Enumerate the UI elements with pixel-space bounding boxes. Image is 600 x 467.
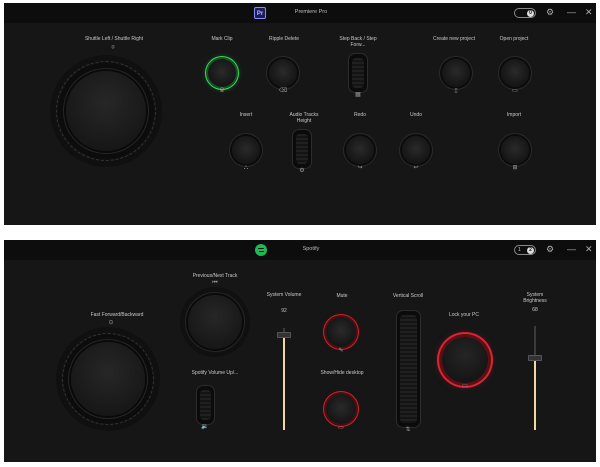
vertical-scroll-roller[interactable]	[397, 311, 420, 427]
app-title: Premiere Pro	[4, 9, 596, 15]
step-label: Step Back / Step Forw...	[339, 36, 377, 48]
insert-label: Insert	[239, 112, 253, 118]
lock-pc-label: Lock your PC	[448, 312, 479, 318]
system-brightness-handle[interactable]	[528, 355, 542, 361]
gear-icon[interactable]: ⚙	[546, 244, 554, 254]
settings-icon: ⚙	[299, 168, 305, 174]
eraser-icon: ⌫	[278, 88, 288, 94]
folder-icon: ▭	[512, 88, 518, 94]
toggle-knob: 2	[527, 246, 534, 254]
ripple-delete-label: Ripple Delete	[268, 36, 300, 42]
mark-clip-icon: ⦾	[219, 88, 225, 94]
undo-button[interactable]	[402, 136, 430, 164]
close-icon[interactable]: ✕	[585, 244, 593, 254]
undo-icon: ↩	[413, 165, 419, 171]
spotify-volume-roller[interactable]	[197, 386, 214, 424]
shuttle-dial[interactable]	[66, 71, 146, 151]
prev-next-label: Previous/Next Track	[192, 273, 238, 279]
volume-icon: 🔉	[201, 424, 209, 430]
close-icon[interactable]: ✕	[585, 7, 593, 17]
app-title: Spotify	[4, 246, 596, 252]
scroll-icon: ⇅	[405, 427, 411, 433]
system-volume-value: 92	[281, 308, 287, 314]
profile-toggle[interactable]: 1 2	[514, 245, 536, 255]
create-project-label: Create new project	[433, 36, 475, 42]
lock-screen-icon: ▭	[462, 383, 468, 389]
insert-icon: ⛬	[243, 165, 249, 171]
minimize-icon[interactable]: —	[567, 244, 576, 254]
title-bar: Spotify 1 2 ⚙ — ✕	[4, 240, 596, 260]
show-hide-desktop-button[interactable]	[326, 394, 356, 424]
open-project-label: Open project	[499, 36, 529, 42]
step-roller[interactable]	[349, 54, 367, 92]
redo-label: Redo	[354, 112, 366, 118]
play-circle-icon: ⊙	[108, 320, 114, 326]
audio-tracks-roller[interactable]	[293, 130, 311, 168]
mute-label: Mute	[336, 293, 348, 299]
minimize-icon[interactable]: —	[567, 7, 576, 17]
system-brightness-value: 68	[532, 307, 538, 313]
system-brightness-label: System Brightness	[523, 292, 547, 304]
premiere-pro-panel: Pr Premiere Pro 0 ⚙ — ✕ Shuttle Left / S…	[4, 3, 596, 225]
show-hide-label: Show/Hide desktop	[320, 370, 364, 376]
import-icon: ⊞	[512, 165, 518, 171]
fast-forward-label: Fast Forward/Backward	[90, 312, 144, 318]
spotify-panel: Spotify 1 2 ⚙ — ✕ Fast Forward/Backward …	[4, 240, 596, 462]
mute-button[interactable]	[326, 317, 356, 347]
gear-icon[interactable]: ⚙	[546, 7, 554, 17]
shuttle-label: Shuttle Left / Shuttle Right	[84, 36, 144, 42]
toggle-number: 1	[518, 247, 521, 253]
fast-forward-dial[interactable]	[71, 342, 145, 416]
redo-button[interactable]	[346, 136, 374, 164]
vertical-scroll-label: Vertical Scroll	[392, 293, 424, 299]
import-button[interactable]	[501, 136, 529, 164]
insert-button[interactable]	[232, 136, 260, 164]
redo-icon: ↪	[357, 165, 363, 171]
spotify-volume-label: Spotify Volume Up/...	[191, 370, 239, 376]
new-file-icon: ▯	[454, 88, 458, 94]
system-volume-label: System Volume	[266, 292, 302, 298]
title-bar: Pr Premiere Pro 0 ⚙ — ✕	[4, 3, 596, 23]
ripple-delete-button[interactable]	[269, 59, 297, 87]
import-label: Import	[506, 112, 522, 118]
desktop-icon: ▭	[338, 425, 344, 431]
mark-clip-label: Mark Clip	[211, 36, 233, 42]
open-project-button[interactable]	[501, 59, 529, 87]
system-volume-fill	[283, 336, 285, 430]
system-volume-handle[interactable]	[277, 332, 291, 338]
system-brightness-fill	[534, 359, 536, 430]
film-icon: ▦	[355, 92, 361, 98]
undo-label: Undo	[410, 112, 422, 118]
create-project-button[interactable]	[442, 59, 470, 87]
toggle-knob: 0	[527, 9, 534, 17]
mute-icon: ✎	[338, 348, 344, 354]
app-title-text: Premiere Pro	[294, 9, 328, 15]
lock-pc-button[interactable]	[442, 337, 488, 383]
profile-toggle[interactable]: 0	[514, 8, 536, 18]
mark-clip-button[interactable]	[208, 59, 236, 87]
audio-tracks-label: Audio Tracks Height	[289, 112, 319, 124]
prev-next-dial[interactable]	[188, 295, 242, 349]
skip-icon: ⏮	[212, 280, 218, 286]
dial-icon: ⌾	[111, 45, 115, 51]
app-title-text: Spotify	[302, 246, 320, 252]
